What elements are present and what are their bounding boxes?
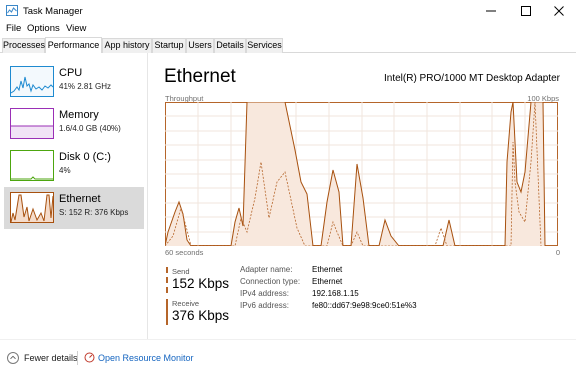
throughput-graph bbox=[165, 102, 558, 246]
connection-type-label: Connection type: bbox=[240, 277, 301, 286]
receive-indicator bbox=[166, 299, 168, 325]
tab-app-history[interactable]: App history bbox=[102, 38, 152, 53]
chevron-up-icon[interactable] bbox=[7, 352, 19, 364]
close-button[interactable] bbox=[542, 0, 576, 22]
footer-bar: Fewer details Open Resource Monitor bbox=[0, 339, 576, 376]
tab-processes[interactable]: Processes bbox=[2, 38, 45, 53]
resource-monitor-icon[interactable] bbox=[84, 352, 95, 363]
sidebar-disk-sub: 4% bbox=[59, 166, 71, 175]
maximize-icon bbox=[521, 6, 531, 16]
menu-options[interactable]: Options bbox=[27, 23, 60, 34]
maximize-button[interactable] bbox=[509, 0, 543, 22]
window-title: Task Manager bbox=[23, 6, 83, 17]
tab-startup[interactable]: Startup bbox=[152, 38, 186, 53]
sidebar-memory-label: Memory bbox=[59, 109, 99, 121]
tab-users[interactable]: Users bbox=[186, 38, 214, 53]
tab-strip: Processes Performance App history Startu… bbox=[0, 37, 576, 54]
connection-type-value: Ethernet bbox=[312, 277, 343, 286]
resource-sidebar: CPU 41% 2.81 GHz Memory 1.6/4.0 GB (40%)… bbox=[0, 53, 148, 339]
sidebar-item-ethernet[interactable]: Ethernet S: 152 R: 376 Kbps bbox=[4, 187, 144, 229]
sidebar-item-cpu[interactable]: CPU 41% 2.81 GHz bbox=[4, 61, 144, 103]
sidebar-ethernet-sub: S: 152 R: 376 Kbps bbox=[59, 208, 129, 217]
memory-thumbnail-graph bbox=[10, 108, 54, 139]
sidebar-disk-label: Disk 0 (C:) bbox=[59, 151, 111, 163]
sidebar-ethernet-label: Ethernet bbox=[59, 193, 101, 205]
open-resource-monitor-link[interactable]: Open Resource Monitor bbox=[98, 353, 194, 363]
close-icon bbox=[554, 6, 564, 16]
adapter-name-header: Intel(R) PRO/1000 MT Desktop Adapter bbox=[383, 73, 560, 84]
ethernet-thumbnail-graph bbox=[10, 192, 54, 223]
detail-title: Ethernet bbox=[164, 66, 236, 87]
graph-axis-right-label: 0 bbox=[555, 248, 560, 257]
menu-file[interactable]: File bbox=[6, 23, 21, 34]
sidebar-item-disk[interactable]: Disk 0 (C:) 4% bbox=[4, 145, 144, 187]
cpu-thumbnail-graph bbox=[10, 66, 54, 97]
minimize-icon bbox=[486, 10, 496, 12]
send-stat: Send 152 Kbps bbox=[166, 267, 236, 293]
receive-value: 376 Kbps bbox=[172, 308, 230, 323]
menu-view[interactable]: View bbox=[66, 23, 86, 34]
performance-panel: CPU 41% 2.81 GHz Memory 1.6/4.0 GB (40%)… bbox=[0, 53, 576, 339]
tab-details[interactable]: Details bbox=[214, 38, 246, 53]
send-indicator bbox=[166, 267, 168, 293]
graph-axis-left-label: 60 seconds bbox=[165, 248, 204, 257]
ipv6-address-label: IPv6 address: bbox=[240, 301, 289, 310]
ethernet-detail: Ethernet Intel(R) PRO/1000 MT Desktop Ad… bbox=[148, 53, 576, 339]
minimize-button[interactable] bbox=[474, 0, 508, 22]
footer-divider bbox=[77, 351, 78, 365]
tab-performance[interactable]: Performance bbox=[45, 37, 102, 54]
sidebar-cpu-label: CPU bbox=[59, 67, 83, 79]
ipv6-address-value: fe80::dd67:9e98:9ce0:51e%3 bbox=[312, 301, 417, 310]
sidebar-item-memory[interactable]: Memory 1.6/4.0 GB (40%) bbox=[4, 103, 144, 145]
title-bar: Task Manager bbox=[0, 0, 576, 22]
fewer-details-link[interactable]: Fewer details bbox=[24, 353, 78, 363]
adapter-name-label: Adapter name: bbox=[240, 265, 293, 274]
adapter-name-value: Ethernet bbox=[312, 265, 343, 274]
ipv4-address-value: 192.168.1.15 bbox=[312, 289, 359, 298]
menu-bar: File Options View bbox=[0, 22, 576, 36]
ipv4-address-label: IPv4 address: bbox=[240, 289, 289, 298]
receive-label: Receive bbox=[172, 299, 200, 308]
send-label: Send bbox=[172, 267, 190, 276]
sidebar-memory-sub: 1.6/4.0 GB (40%) bbox=[59, 124, 121, 133]
sidebar-cpu-sub: 41% 2.81 GHz bbox=[59, 82, 112, 91]
send-value: 152 Kbps bbox=[172, 276, 230, 291]
tab-services[interactable]: Services bbox=[246, 38, 283, 53]
task-manager-icon bbox=[6, 5, 18, 16]
disk-thumbnail-graph bbox=[10, 150, 54, 181]
receive-stat: Receive 376 Kbps bbox=[166, 299, 236, 325]
